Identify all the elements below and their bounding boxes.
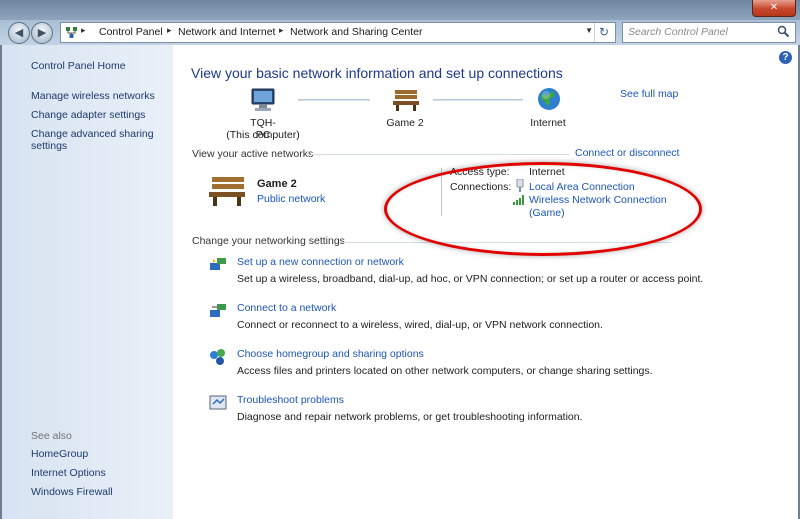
refresh-icon[interactable]: ↻ [594, 23, 613, 42]
public-network-bench-icon [209, 177, 245, 206]
forward-button[interactable]: ▶ [31, 22, 53, 44]
breadcrumb-separator: ▸ [279, 25, 284, 35]
search-placeholder: Search Control Panel [628, 26, 728, 38]
sidebar-item-advanced-sharing[interactable]: Change advanced sharing settings [31, 128, 161, 152]
task-homegroup-link[interactable]: Choose homegroup and sharing options [237, 348, 424, 360]
section-divider [311, 154, 569, 155]
computer-icon[interactable] [247, 87, 277, 113]
help-icon[interactable]: ? [779, 51, 792, 64]
settings-heading: Change your networking settings [192, 235, 345, 247]
task-connect-network-link[interactable]: Connect to a network [237, 302, 336, 314]
network-category-link[interactable]: Public network [257, 193, 325, 205]
task-troubleshoot-link[interactable]: Troubleshoot problems [237, 394, 344, 406]
page-title: View your basic network information and … [191, 65, 563, 81]
window-titlebar [0, 0, 800, 20]
map-connector-line [433, 99, 523, 101]
connect-network-icon [210, 304, 226, 317]
sidebar-item-change-adapter[interactable]: Change adapter settings [31, 109, 145, 121]
navigation-bar: ◀ ▶ ▸ Control Panel ▸ Network and Intern… [0, 20, 800, 45]
network-icon [66, 27, 77, 38]
troubleshoot-icon [209, 395, 227, 410]
map-connector-line [298, 99, 370, 101]
homegroup-icon [210, 349, 225, 365]
task-new-connection-link[interactable]: Set up a new connection or network [237, 256, 404, 268]
sidebar-item-manage-wireless[interactable]: Manage wireless networks [31, 90, 155, 102]
new-connection-icon [210, 258, 226, 270]
computer-subtitle: (This computer) [226, 129, 300, 141]
breadcrumb-separator: ▸ [167, 25, 172, 35]
sidebar-item-control-panel-home[interactable]: Control Panel Home [31, 60, 126, 72]
main-content: ? View your basic network information an… [173, 45, 800, 519]
breadcrumb-sharing-center[interactable]: Network and Sharing Center [290, 26, 423, 38]
map-internet-label: Internet [530, 117, 566, 129]
sidebar-item-windows-firewall[interactable]: Windows Firewall [31, 486, 113, 498]
map-network-name: Game 2 [386, 117, 424, 129]
globe-icon[interactable] [536, 86, 562, 112]
active-network-name: Game 2 [257, 178, 297, 190]
breadcrumb-separator: ▸ [81, 25, 86, 35]
sidebar-item-homegroup[interactable]: HomeGroup [31, 448, 88, 460]
search-icon[interactable] [777, 25, 790, 38]
address-bar[interactable]: ▸ Control Panel ▸ Network and Internet ▸… [60, 22, 616, 43]
breadcrumb-network-internet[interactable]: Network and Internet [178, 26, 275, 38]
back-button[interactable]: ◀ [8, 22, 30, 44]
address-dropdown-icon[interactable]: ▼ [585, 26, 593, 35]
task-homegroup-desc: Access files and printers located on oth… [237, 365, 653, 377]
task-connect-network-desc: Connect or reconnect to a wireless, wire… [237, 319, 603, 331]
bench-icon[interactable] [391, 87, 421, 113]
connect-disconnect-link[interactable]: Connect or disconnect [575, 147, 679, 159]
active-networks-heading: View your active networks [192, 148, 314, 160]
task-troubleshoot-desc: Diagnose and repair network problems, or… [237, 411, 583, 423]
see-also-heading: See also [31, 430, 72, 442]
breadcrumb-control-panel[interactable]: Control Panel [99, 26, 163, 38]
sidebar-item-internet-options[interactable]: Internet Options [31, 467, 106, 479]
window-border-left [0, 45, 2, 519]
highlight-ellipse [384, 162, 702, 256]
sidebar: Control Panel Home Manage wireless netwo… [0, 45, 173, 519]
task-new-connection-desc: Set up a wireless, broadband, dial-up, a… [237, 273, 704, 285]
search-box[interactable]: Search Control Panel [622, 22, 796, 43]
close-button[interactable] [752, 0, 796, 17]
see-full-map-link[interactable]: See full map [620, 88, 678, 100]
